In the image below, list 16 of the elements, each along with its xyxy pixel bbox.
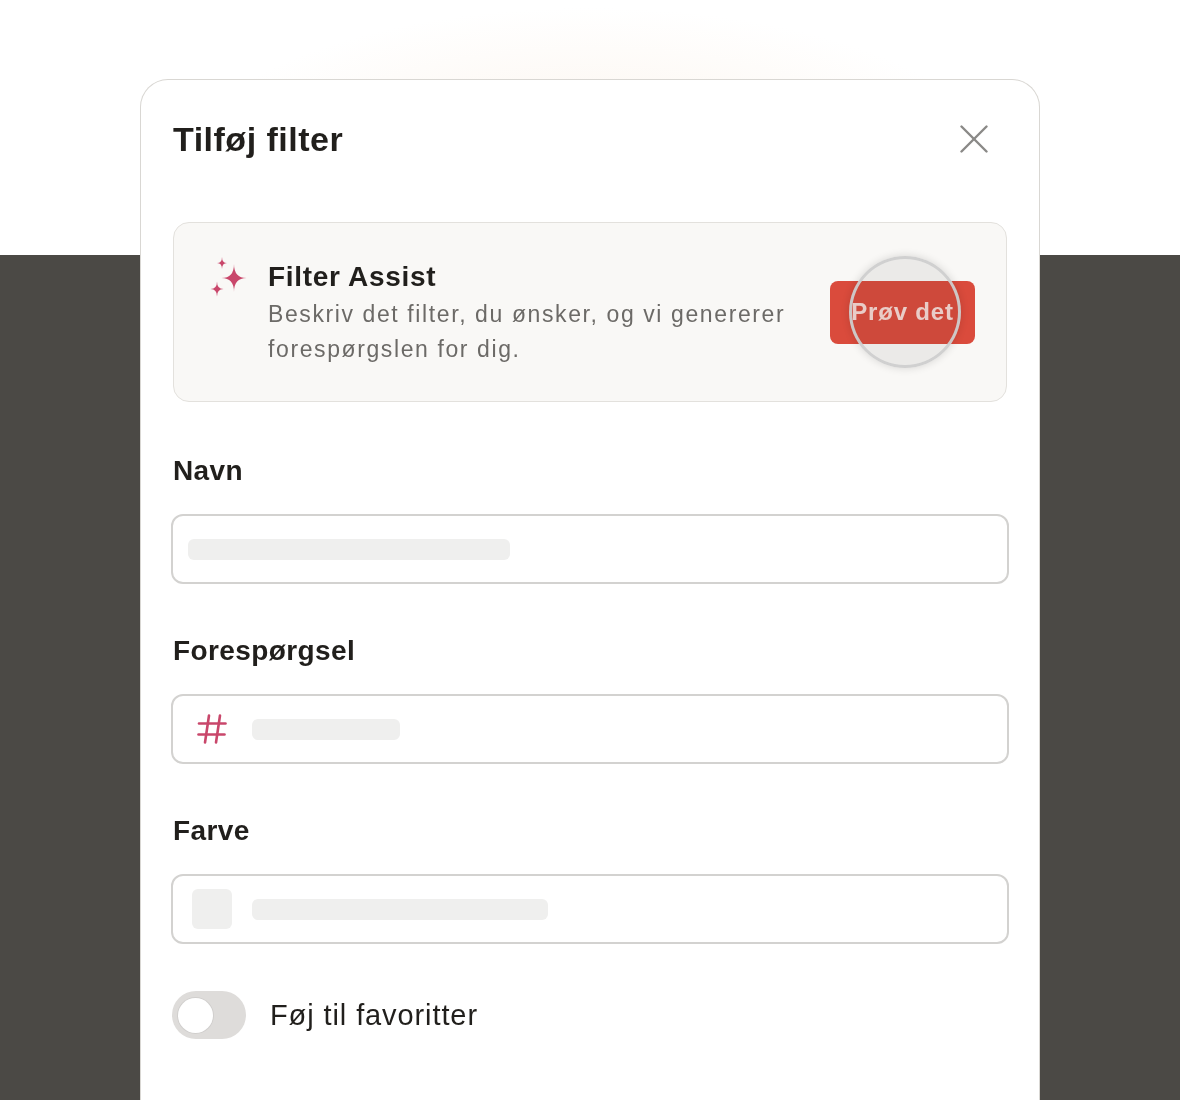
- close-icon: [960, 125, 988, 153]
- assist-title: Filter Assist: [268, 260, 438, 294]
- toggle-knob: [178, 997, 213, 1033]
- color-field[interactable]: [171, 874, 1009, 944]
- field-label: Forespørgsel: [173, 634, 357, 668]
- field-label: Navn: [173, 454, 245, 488]
- hash-icon: [197, 714, 227, 744]
- dialog-title: Tilføj filter: [173, 119, 344, 160]
- assist-description: Beskriv det filter, du ønsker, og vi genererer forespørgslen for dig.: [268, 300, 787, 364]
- close-button[interactable]: [960, 125, 988, 153]
- text-field[interactable]: [171, 514, 1009, 584]
- favorite-toggle[interactable]: [172, 991, 246, 1039]
- query-field[interactable]: [171, 694, 1009, 764]
- toggle-label: Føj til favoritter: [270, 998, 478, 1033]
- try-button[interactable]: Prøv det: [830, 280, 975, 344]
- field-label: Farve: [173, 814, 251, 848]
